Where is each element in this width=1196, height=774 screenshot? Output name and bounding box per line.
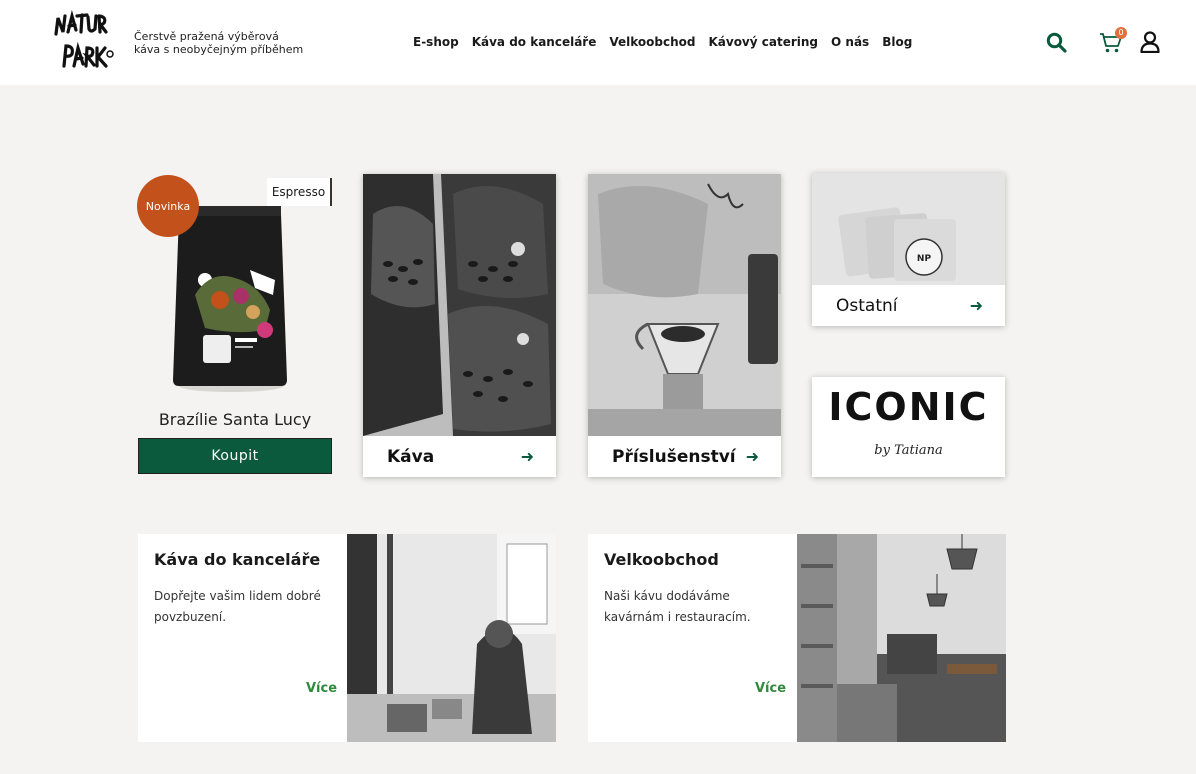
tile-label-coffee: Káva [387,446,435,467]
category-tile-other[interactable]: NP Ostatní ➜ [812,173,1005,326]
site-tagline: Čerstvě pražená výběrová káva s neobyčej… [134,30,304,56]
nav-about[interactable]: O nás [831,35,869,49]
nav-office-coffee[interactable]: Káva do kanceláře [472,35,597,49]
promo-description: Naši kávu dodáváme kavárnám i restaurací… [604,589,751,624]
arrow-right-icon: ➜ [520,447,534,466]
iconic-logo-text: ICONIC [828,385,989,429]
tile-label-other: Ostatní [836,295,898,316]
promo-title: Velkoobchod [604,550,719,569]
more-link[interactable]: Více [755,681,786,696]
category-tile-coffee[interactable]: Káva ➜ [363,174,556,477]
cafe-interior-photo [797,534,1006,742]
promo-office-coffee: Káva do kanceláře Dopřejte vašim lidem d… [138,534,556,742]
category-tile-accessories[interactable]: Příslušenství ➜ [588,174,781,477]
svg-text:NP: NP [917,254,932,264]
more-link[interactable]: Více [306,681,337,696]
coffee-beans-image [363,174,556,436]
arrow-right-icon: ➜ [745,447,759,466]
nav-coffee-catering[interactable]: Kávový catering [708,35,818,49]
new-badge: Novinka [137,175,199,237]
tile-label-accessories: Příslušenství [612,446,736,467]
naturpark-logo[interactable] [50,8,118,78]
nav-wholesale[interactable]: Velkoobchod [609,35,695,49]
nav-blog[interactable]: Blog [882,35,912,49]
arrow-right-icon: ➜ [969,296,983,315]
buy-button[interactable]: Koupit [138,438,332,474]
cards-image: NP [812,173,1005,285]
iconic-brand-tile[interactable]: ICONIC by Tatiana [812,377,1005,477]
cart-count-badge: 0 [1115,27,1127,39]
nav-eshop[interactable]: E-shop [413,35,459,49]
promo-wholesale: Velkoobchod Naši kávu dodáváme kavárnám … [588,534,1006,742]
promo-title: Káva do kanceláře [154,550,321,569]
espresso-tag: Espresso [267,178,332,206]
tile-label-bar: Káva ➜ [363,436,556,477]
product-name[interactable]: Brazílie Santa Lucy [138,410,332,429]
iconic-subtitle: by Tatiana [874,443,943,458]
main-nav: E-shop Káva do kanceláře Velkoobchod Káv… [413,35,912,49]
tile-label-bar: Ostatní ➜ [812,285,1005,326]
promo-description: Dopřejte vašim lidem dobré povzbuzení. [154,589,321,624]
tile-label-bar: Příslušenství ➜ [588,436,781,477]
coffee-dripper-image [588,174,781,436]
search-icon[interactable] [1046,32,1067,53]
site-header: Čerstvě pražená výběrová káva s neobyčej… [0,0,1196,85]
office-photo [347,534,556,742]
user-account-icon[interactable] [1140,31,1160,53]
